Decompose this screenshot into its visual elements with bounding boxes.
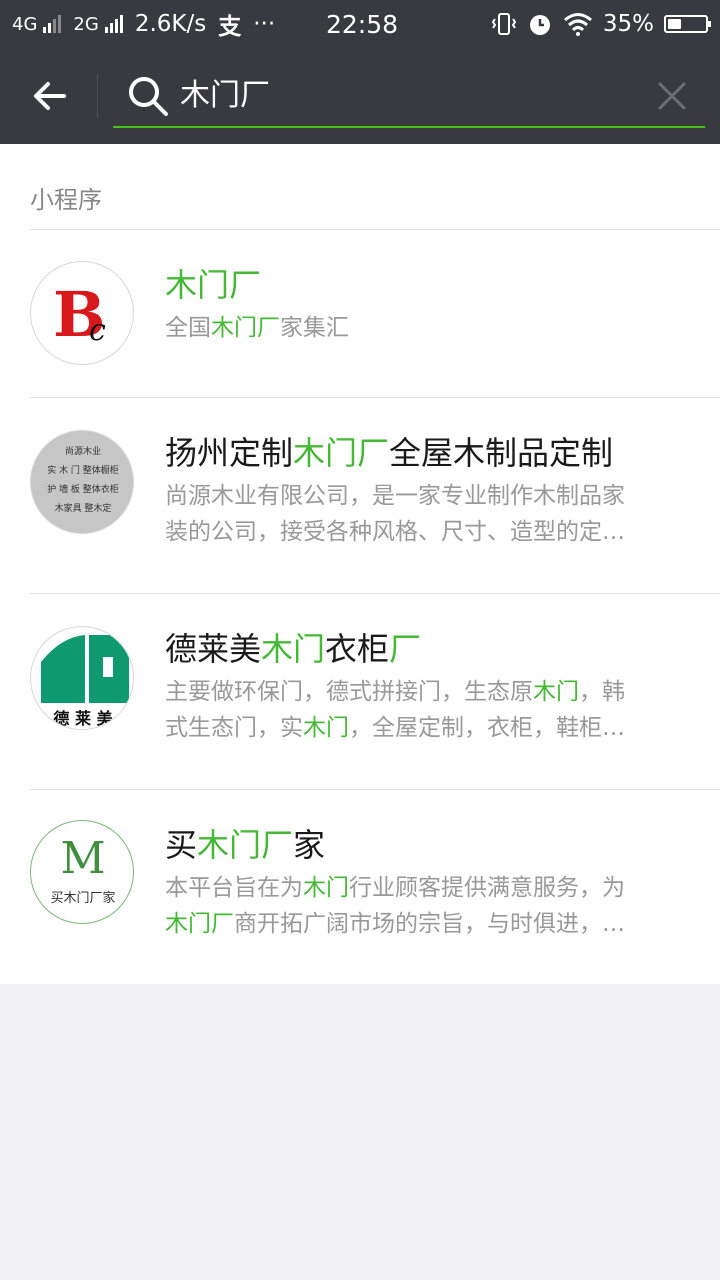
item-description: 主要做环保门，德式拼接门，生态原木门，韩 式生态门，实木门，全屋定制，衣柜，鞋柜… (165, 674, 690, 746)
description-line: 主要做环保门，德式拼接门，生态原木门，韩 (165, 674, 690, 710)
item-description: 尚源木业有限公司，是一家专业制作木制品家 装的公司，接受各种风格、尺寸、造型的定… (165, 478, 690, 550)
text-segment: 家集汇 (280, 315, 349, 341)
highlighted-text: 木门 (303, 715, 349, 741)
list-item[interactable]: 尚源木业实 木 门 整体橱柜护 墙 板 整体衣柜 木家具 整木定 扬州定制木门厂全… (0, 398, 720, 593)
text-segment: 德莱美 (165, 630, 262, 668)
text-segment: 式生态门，实 (165, 715, 303, 741)
description-line: 装的公司，接受各种风格、尺寸、造型的定… (165, 514, 690, 550)
more-notifications-icon: ··· (253, 11, 276, 37)
text-segment: 尚源木业有限公司，是一家专业制作木制品家 (165, 483, 625, 509)
search-header (0, 48, 720, 144)
clock: 22:58 (326, 9, 399, 39)
list-item[interactable]: M 买木门厂家 买木门厂家 本平台旨在为木门行业顾客提供满意服务，为 木门厂商开拓… (0, 790, 720, 984)
clear-search-icon[interactable] (652, 76, 692, 116)
text-segment: 行业顾客提供满意服务，为 (349, 875, 625, 901)
list-item[interactable]: 德 莱 美 德莱美木门衣柜厂 主要做环保门，德式拼接门，生态原木门，韩 式生态门，… (0, 594, 720, 789)
wifi-icon (563, 13, 592, 36)
item-avatar: B c (30, 261, 134, 365)
avatar-text-line: 实 木 门 整体橱柜 (47, 466, 119, 476)
network-speed: 2.6K/s (134, 11, 207, 37)
highlighted-text: 木门 (303, 875, 349, 901)
logo-bc-icon: B c (53, 278, 106, 351)
avatar-sign-text: 尚源木业实 木 门 整体橱柜护 墙 板 整体衣柜 木家具 整木定 (31, 443, 133, 519)
text-segment: ，韩 (579, 679, 625, 705)
status-left: 4G 2G 2.6K/s 支 ··· (12, 0, 275, 48)
back-arrow-icon[interactable] (22, 74, 74, 118)
description-line: 本平台旨在为木门行业顾客提供满意服务，为 (165, 870, 690, 906)
text-segment: 商开拓广阔市场的宗旨，与时俱进，… (234, 911, 625, 937)
text-segment: 全屋木制品定制 (389, 434, 614, 472)
highlighted-text: 厂 (389, 630, 422, 668)
text-segment: 本平台旨在为 (165, 875, 303, 901)
search-underline (113, 126, 705, 128)
alarm-icon (529, 15, 550, 35)
highlighted-text: 木门 (533, 679, 579, 705)
text-segment: 全国 (165, 315, 211, 341)
battery-percent: 35% (602, 11, 654, 37)
highlighted-text: 木门厂 (165, 266, 262, 304)
item-description: 本平台旨在为木门行业顾客提供满意服务，为 木门厂商开拓广阔市场的宗旨，与时俱进，… (165, 870, 690, 942)
item-description: 全国木门厂家集汇 (165, 310, 690, 346)
highlighted-text: 木门厂 (197, 826, 294, 864)
text-segment: 衣柜 (325, 630, 390, 668)
description-line: 木门厂商开拓广阔市场的宗旨，与时俱进，… (165, 906, 690, 942)
text-segment: 扬州定制 (165, 434, 294, 472)
highlighted-text: 木门厂 (165, 911, 234, 937)
status-right: 35% (491, 0, 711, 48)
text-segment: 家 (293, 826, 326, 864)
description-line: 全国木门厂家集汇 (165, 310, 690, 346)
vibrate-icon (491, 13, 517, 35)
search-results: 小程序 B c 木门厂 全国木门厂家集汇 尚源木业实 木 门 整体橱柜护 墙 板… (0, 144, 720, 984)
status-bar: 4G 2G 2.6K/s 支 ··· 22:58 35% (0, 0, 720, 48)
avatar-brand-text: 买木门厂家 (50, 891, 116, 906)
avatar-mark: M (60, 833, 106, 884)
item-title: 买木门厂家 (165, 820, 325, 866)
section-title-mini-programs: 小程序 (30, 186, 102, 214)
battery-icon (664, 15, 711, 33)
network-2g-label: 2G (73, 13, 99, 35)
battery-fill (668, 19, 681, 29)
item-avatar: 尚源木业实 木 门 整体橱柜护 墙 板 整体衣柜 木家具 整木定 (30, 430, 134, 534)
avatar-text-line: 护 墙 板 整体衣柜 (47, 485, 119, 495)
item-avatar: M 买木门厂家 (30, 820, 134, 924)
search-icon (129, 77, 168, 116)
description-line: 式生态门，实木门，全屋定制，衣柜，鞋柜… (165, 710, 690, 746)
avatar-brand-text: 德 莱 美 (53, 709, 113, 728)
signal-4g-icon (43, 15, 62, 33)
signal-2g-icon (104, 15, 123, 33)
item-avatar: 德 莱 美 (30, 626, 134, 730)
description-line: 尚源木业有限公司，是一家专业制作木制品家 (165, 478, 690, 514)
list-item[interactable]: B c 木门厂 全国木门厂家集汇 (0, 230, 720, 397)
highlighted-text: 木门 (261, 630, 326, 668)
item-title: 德莱美木门衣柜厂 (165, 624, 421, 670)
search-input[interactable] (180, 74, 640, 118)
svg-text:c: c (89, 313, 106, 348)
text-segment: 装的公司，接受各种风格、尺寸、造型的定… (165, 519, 625, 545)
item-title: 木门厂 (165, 260, 261, 306)
text-segment: 买 (165, 826, 198, 864)
header-divider (97, 74, 98, 118)
avatar-text-line: 尚源木业 (64, 447, 101, 457)
avatar-text-line: 木家具 整木定 (54, 504, 112, 514)
text-segment: 主要做环保门，德式拼接门，生态原 (165, 679, 533, 705)
network-4g-label: 4G (12, 13, 38, 35)
item-title: 扬州定制木门厂全屋木制品定制 (165, 428, 613, 474)
highlighted-text: 木门厂 (211, 315, 280, 341)
text-segment: ，全屋定制，衣柜，鞋柜… (349, 715, 625, 741)
alipay-icon: 支 (218, 14, 242, 40)
highlighted-text: 木门厂 (293, 434, 390, 472)
